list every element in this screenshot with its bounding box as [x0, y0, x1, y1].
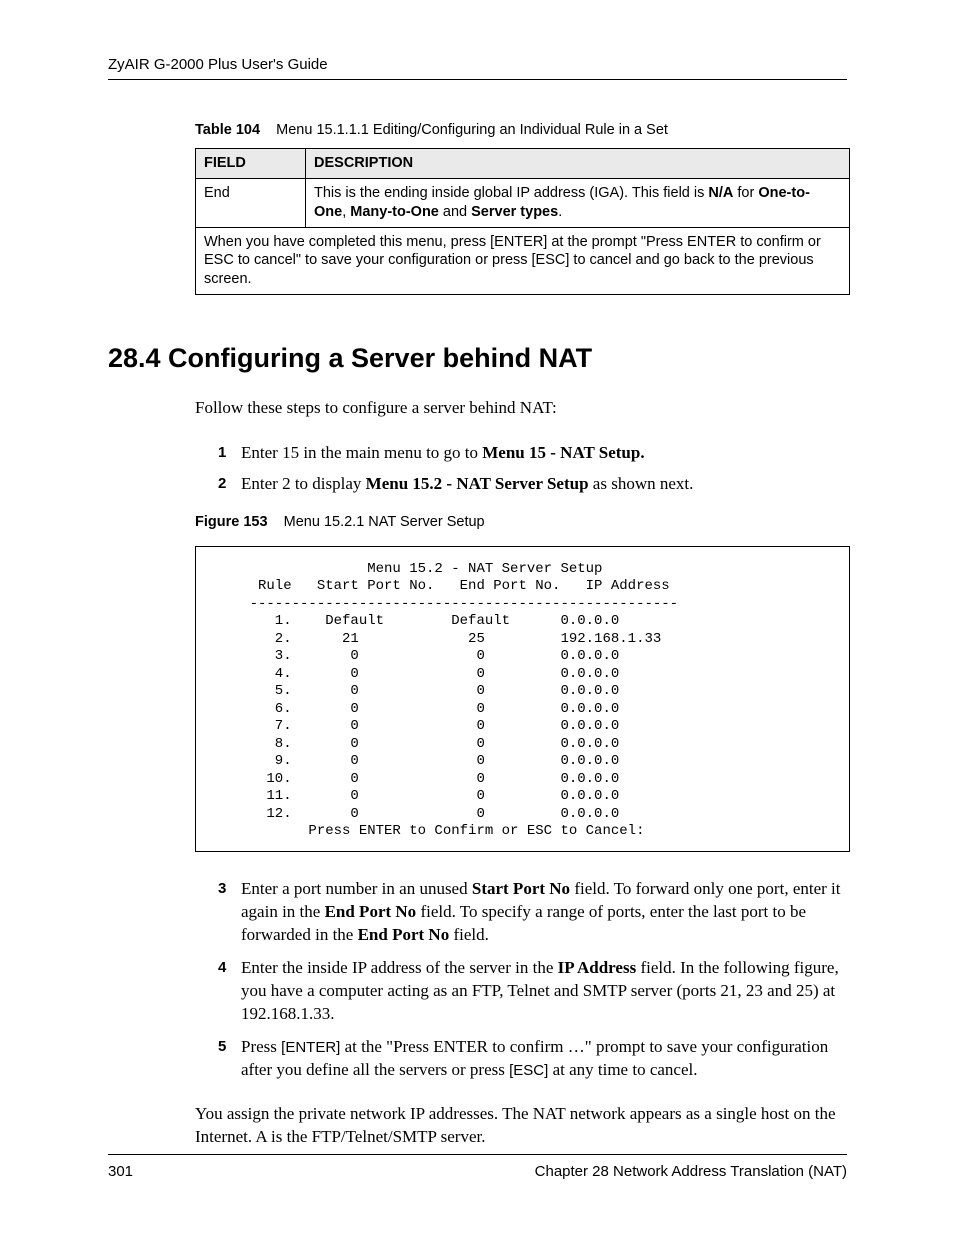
step-item: 1 Enter 15 in the main menu to go to Men…: [223, 442, 847, 465]
table-footnote: When you have completed this menu, press…: [196, 227, 850, 295]
table-caption: Table 104 Menu 15.1.1.1 Editing/Configur…: [195, 122, 847, 138]
section-heading: 28.4 Configuring a Server behind NAT: [108, 343, 847, 374]
col-desc: DESCRIPTION: [306, 149, 850, 179]
page-number: 301: [108, 1163, 133, 1180]
steps-list-2: 3 Enter a port number in an unused Start…: [223, 878, 847, 1082]
step-item: 5 Press [ENTER] at the "Press ENTER to c…: [223, 1036, 847, 1082]
steps-list-1: 1 Enter 15 in the main menu to go to Men…: [223, 442, 847, 496]
chapter-label: Chapter 28 Network Address Translation (…: [535, 1163, 847, 1180]
cell-desc: This is the ending inside global IP addr…: [306, 178, 850, 227]
step-item: 2 Enter 2 to display Menu 15.2 - NAT Ser…: [223, 473, 847, 496]
guide-title: ZyAIR G-2000 Plus User's Guide: [108, 56, 328, 73]
field-description-table: FIELD DESCRIPTION End This is the ending…: [195, 148, 850, 295]
table-label: Table 104: [195, 122, 260, 138]
cell-field: End: [196, 178, 306, 227]
table-row: End This is the ending inside global IP …: [196, 178, 850, 227]
section-intro: Follow these steps to configure a server…: [195, 398, 847, 418]
page-header: ZyAIR G-2000 Plus User's Guide: [108, 56, 847, 80]
closing-paragraph: You assign the private network IP addres…: [195, 1103, 847, 1149]
table-caption-text: Menu 15.1.1.1 Editing/Configuring an Ind…: [276, 122, 668, 138]
col-field: FIELD: [196, 149, 306, 179]
terminal-menu-box: Menu 15.2 - NAT Server Setup Rule Start …: [195, 546, 850, 852]
figure-caption-text: Menu 15.2.1 NAT Server Setup: [284, 514, 485, 530]
figure-label: Figure 153: [195, 514, 268, 530]
figure-caption: Figure 153 Menu 15.2.1 NAT Server Setup: [195, 514, 847, 530]
step-item: 4 Enter the inside IP address of the ser…: [223, 957, 847, 1026]
footnote-text: When you have completed this menu, press…: [196, 227, 850, 295]
page-footer: 301 Chapter 28 Network Address Translati…: [108, 1154, 847, 1180]
step-item: 3 Enter a port number in an unused Start…: [223, 878, 847, 947]
